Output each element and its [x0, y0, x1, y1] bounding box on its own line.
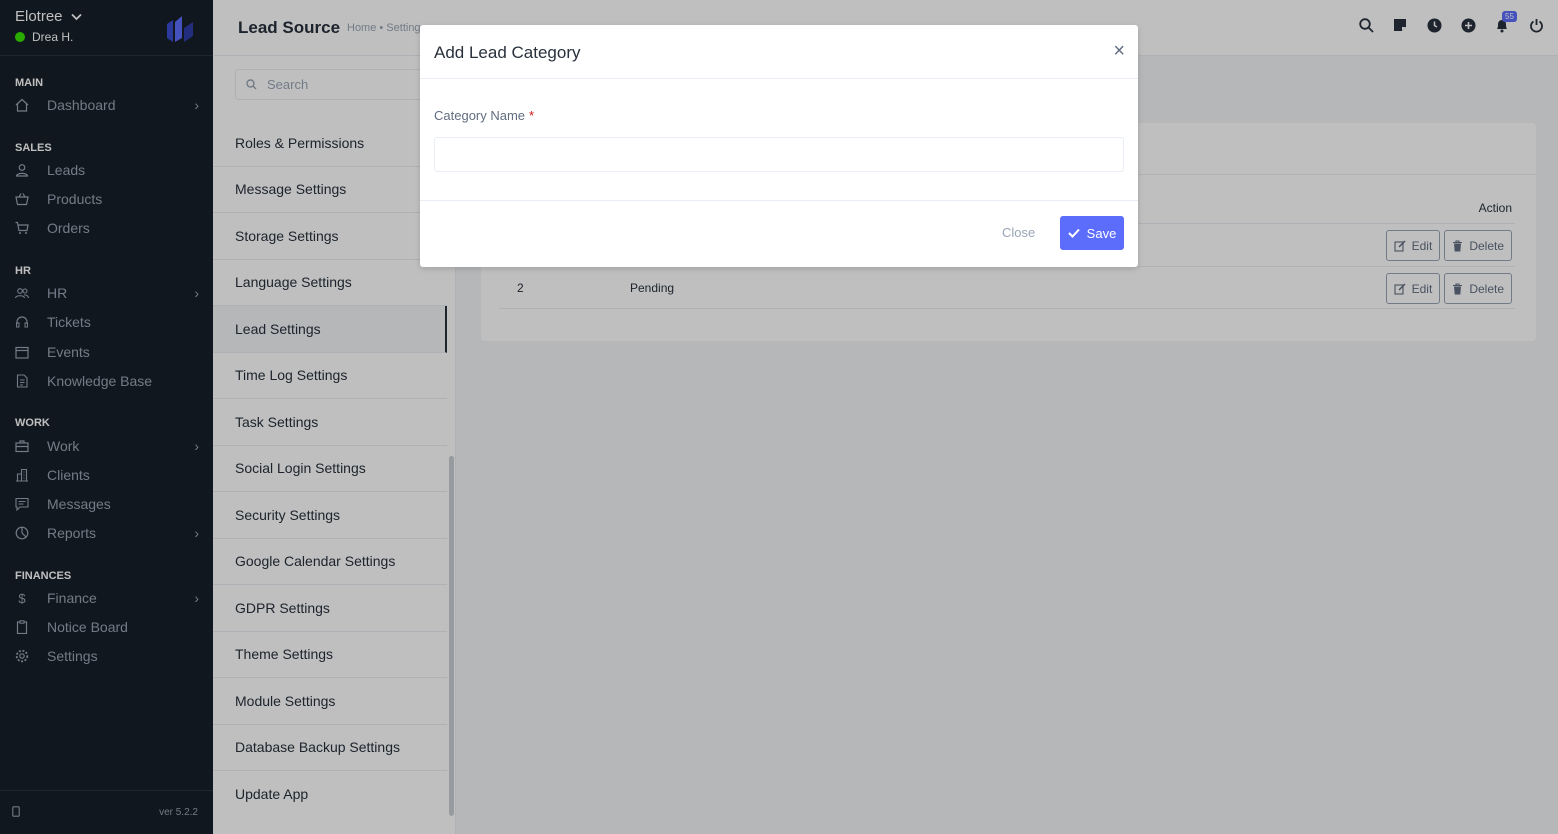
- add-lead-category-modal: Add Lead Category × Category Name * Close…: [420, 25, 1138, 267]
- close-button[interactable]: Close: [1002, 225, 1035, 240]
- modal-footer: Close Save: [420, 201, 1138, 265]
- modal-body: Category Name *: [420, 79, 1138, 201]
- required-mark: *: [529, 108, 535, 123]
- save-label: Save: [1086, 225, 1117, 241]
- modal-title: Add Lead Category: [434, 43, 581, 62]
- field-label-text: Category Name: [434, 108, 526, 123]
- category-name-label: Category Name *: [434, 108, 534, 123]
- check-icon: [1067, 228, 1080, 238]
- close-icon[interactable]: ×: [1113, 41, 1125, 61]
- category-name-input[interactable]: [434, 137, 1124, 172]
- save-button[interactable]: Save: [1060, 216, 1124, 250]
- modal-header: Add Lead Category ×: [420, 25, 1138, 79]
